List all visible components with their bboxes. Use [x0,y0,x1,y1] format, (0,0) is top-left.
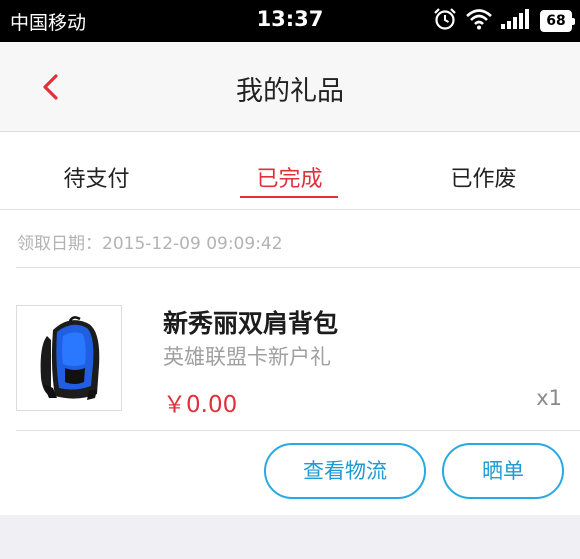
order-card: 领取日期：2015-12-09 09:09:42 新秀丽双肩背包 英雄联盟卡新户… [0,210,580,515]
divider [16,267,580,268]
product-image[interactable] [16,305,122,411]
backpack-icon [17,316,121,410]
alarm-clock-icon [433,7,457,35]
product-name[interactable]: 新秀丽双肩背包 [163,304,338,340]
order-date: 领取日期：2015-12-09 09:09:42 [17,234,283,254]
navigation-bar: 我的礼品 [0,42,580,132]
status-bar: 中国移动 13:37 68 [0,0,580,42]
product-quantity: x1 [536,386,562,410]
view-logistics-button[interactable]: 查看物流 [264,443,426,499]
tab-pending-payment[interactable]: 待支付 [0,132,193,210]
tab-completed[interactable]: 已完成 [193,132,386,210]
share-order-button[interactable]: 晒单 [442,443,564,499]
product-price: ￥0.00 [163,392,238,418]
active-tab-indicator [240,196,338,198]
status-icons: 68 [433,7,575,35]
order-status-tabs: 待支付 已完成 已作废 [0,132,580,210]
page-title: 我的礼品 [236,76,344,107]
battery-icon: 68 [540,10,575,32]
signal-strength-icon [501,9,531,33]
product-description: 英雄联盟卡新户礼 [163,345,331,369]
wifi-icon [466,8,492,34]
divider [16,430,580,431]
tab-cancelled[interactable]: 已作废 [387,132,580,210]
